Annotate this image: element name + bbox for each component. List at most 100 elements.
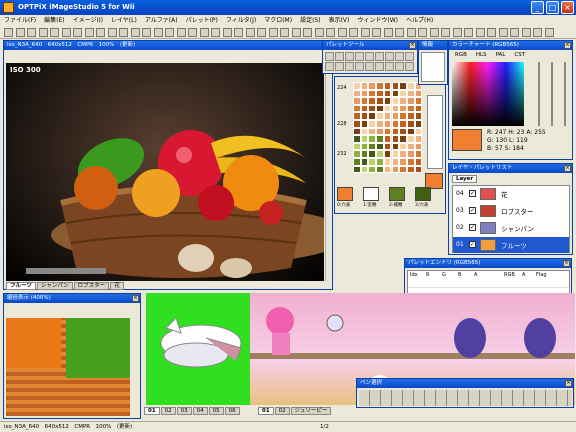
maximize-button[interactable]: □ — [546, 1, 559, 14]
toolbar-button-icon[interactable] — [119, 28, 128, 37]
palette-grid-panel[interactable]: 224 228 232 0:穴表 1:塗類 2:補類 3:穴表 — [334, 76, 446, 214]
color-picker-area[interactable] — [452, 62, 524, 126]
color-chart-tab[interactable]: PAL — [493, 52, 509, 60]
palette-cell[interactable] — [391, 89, 400, 98]
palette-cell[interactable] — [391, 150, 400, 158]
palette-cell[interactable] — [399, 104, 407, 113]
palette-cell[interactable] — [368, 82, 377, 90]
palette-tool-button-icon[interactable] — [335, 52, 344, 61]
palette-cell[interactable] — [391, 112, 400, 120]
strip-tab[interactable]: 03 — [176, 407, 192, 415]
palette-cell[interactable] — [391, 120, 400, 128]
palette-cell[interactable] — [368, 150, 377, 158]
palette-cell[interactable] — [376, 127, 384, 136]
toolbar-button-icon[interactable] — [4, 28, 13, 37]
palette-tool-close-icon[interactable]: × — [409, 42, 416, 49]
toolbar-button-icon[interactable] — [280, 28, 289, 37]
palette-cell[interactable] — [391, 82, 400, 90]
toolbar-button-icon[interactable] — [429, 28, 439, 37]
palette-cell[interactable] — [383, 112, 392, 120]
swatch[interactable] — [337, 187, 353, 201]
pen-tool-row[interactable] — [359, 390, 572, 406]
palette-tool-button-icon[interactable] — [405, 62, 414, 71]
zoom-close-icon[interactable]: × — [132, 295, 139, 302]
palette-tool-button-icon[interactable] — [325, 52, 334, 61]
menu-item[interactable]: ウィンドウ(W) — [357, 15, 398, 26]
image-tab[interactable]: フルーツ — [6, 282, 36, 290]
palette-cell[interactable] — [353, 142, 361, 151]
menu-item[interactable]: パレット(P) — [186, 15, 218, 26]
toolbar-button-icon[interactable] — [211, 28, 220, 37]
color-chart-close-icon[interactable]: × — [564, 42, 571, 49]
layer-checkbox[interactable]: ✓ — [469, 224, 476, 231]
palette-cell[interactable] — [368, 89, 377, 98]
toolbar-button-icon[interactable] — [188, 28, 197, 37]
palette-cell[interactable] — [406, 165, 415, 174]
palette-cell[interactable] — [414, 89, 423, 98]
palette-cell[interactable] — [399, 127, 407, 136]
palette-cell[interactable] — [360, 120, 369, 128]
palette-cell[interactable] — [391, 158, 400, 166]
toolbar-button-icon[interactable] — [544, 28, 554, 37]
palette-cell[interactable] — [414, 158, 423, 166]
layer-checkbox[interactable]: ✓ — [469, 207, 476, 214]
palette-cell[interactable] — [376, 89, 384, 98]
palette-cell[interactable] — [383, 120, 392, 128]
palette-cell[interactable] — [391, 97, 400, 105]
layer-palette-window[interactable]: レイヤ・パレットリスト × Layer 04 ✓ 花 03 ✓ ロブスター 02 ✓ シャンパン… — [448, 163, 573, 255]
palette-tool-button-icon[interactable] — [345, 52, 354, 61]
image-tab[interactable]: 花 — [110, 282, 124, 290]
image-tab[interactable]: ロブスター — [73, 282, 110, 290]
palette-cell[interactable] — [353, 89, 361, 98]
menu-item[interactable]: 表示(V) — [329, 15, 350, 26]
color-chart-tab[interactable]: RGB — [452, 52, 470, 60]
palette-cell[interactable] — [368, 135, 377, 143]
palette-cell[interactable] — [406, 104, 415, 113]
minimize-button[interactable]: _ — [531, 1, 544, 14]
palette-cell[interactable] — [383, 127, 392, 136]
green-image-canvas[interactable] — [146, 293, 250, 405]
palette-cell[interactable] — [368, 142, 377, 151]
toolbar-button-icon[interactable] — [245, 28, 255, 37]
palette-cell[interactable] — [406, 135, 415, 143]
palette-tool-window[interactable]: パレットツール × — [322, 40, 418, 74]
palette-cell[interactable] — [353, 150, 361, 158]
toolbar-button-icon[interactable] — [383, 28, 393, 37]
toolbar-button-icon[interactable] — [142, 28, 151, 37]
layer-tab[interactable]: Layer — [452, 175, 478, 183]
menu-item[interactable]: マクロ(M) — [264, 15, 292, 26]
palette-cell[interactable] — [391, 127, 400, 136]
strip-tab[interactable]: 01 — [144, 407, 160, 415]
toolbar-button-icon[interactable] — [15, 28, 25, 37]
palette-cell[interactable] — [353, 158, 361, 166]
palette-cell[interactable] — [376, 104, 384, 113]
palette-cell[interactable] — [360, 165, 369, 174]
toolbar-button-icon[interactable] — [107, 28, 117, 37]
palette-cell[interactable] — [406, 158, 415, 166]
palette-tool-button-icon[interactable] — [405, 52, 414, 61]
layer-row[interactable]: 02 ✓ シャンパン — [453, 220, 569, 236]
palette-cell[interactable] — [368, 127, 377, 136]
palette-cell[interactable] — [383, 142, 392, 151]
toolbar-button-icon[interactable] — [372, 28, 381, 37]
palette-cell[interactable] — [391, 142, 400, 151]
toolbar-button-icon[interactable] — [222, 28, 232, 37]
toolbar-button-icon[interactable] — [268, 28, 278, 37]
palette-cell[interactable] — [360, 135, 369, 143]
palette-cell[interactable] — [376, 97, 384, 105]
toolbar-button-icon[interactable] — [360, 28, 370, 37]
palette-cell[interactable] — [360, 104, 369, 113]
palette-cell[interactable] — [391, 135, 400, 143]
palette-entry-row[interactable] — [408, 280, 569, 288]
zoom-canvas[interactable] — [6, 318, 130, 416]
strip-tab[interactable]: ジュリーピー — [290, 407, 332, 415]
palette-cell[interactable] — [414, 112, 423, 120]
palette-tool-button-icon[interactable] — [355, 52, 364, 61]
palette-cell[interactable] — [353, 97, 361, 105]
toolbar-button-icon[interactable] — [475, 28, 485, 37]
menu-item[interactable]: フィルタ(J) — [226, 15, 256, 26]
palette-cell[interactable] — [383, 89, 392, 98]
palette-cell[interactable] — [383, 165, 392, 174]
palette-cell[interactable] — [353, 82, 361, 90]
palette-cell[interactable] — [360, 82, 369, 90]
